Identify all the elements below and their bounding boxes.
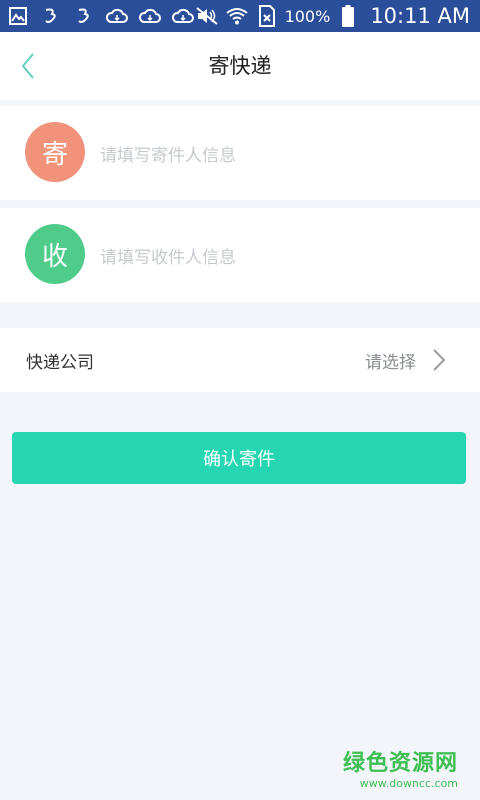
sender-placeholder: 请填写寄件人信息: [100, 146, 236, 166]
wifi-icon: [225, 4, 249, 28]
page-title: 寄快递: [208, 54, 272, 78]
courier-company-selector[interactable]: 快递公司 请选择: [0, 328, 480, 392]
sender-info-card[interactable]: 寄 请填写寄件人信息: [0, 106, 480, 200]
chevron-right-icon: [433, 349, 446, 371]
courier-label: 快递公司: [26, 353, 94, 373]
status-bar: 100% 10:11 AM: [0, 0, 480, 32]
receiver-placeholder: 请填写收件人信息: [100, 248, 236, 268]
watermark-url: www.downcc.com: [359, 777, 458, 790]
mute-icon: [195, 4, 219, 28]
notification-icons: [6, 4, 195, 28]
watermark: 绿色资源网 www.downcc.com: [343, 745, 458, 790]
sim-x-icon: [255, 4, 279, 28]
gallery-icon: [6, 4, 30, 28]
sender-badge: 寄: [25, 122, 85, 182]
brand-app-icon: [72, 4, 96, 28]
nav-bar: 寄快递: [0, 32, 480, 100]
cloud-icon: [105, 4, 129, 28]
watermark-title: 绿色资源网: [342, 751, 458, 776]
system-indicators: 100% 10:11 AM: [195, 0, 470, 32]
confirm-send-button[interactable]: 确认寄件: [12, 432, 466, 484]
clock: 10:11 AM: [370, 4, 470, 28]
battery-icon: [336, 4, 360, 28]
receiver-info-card[interactable]: 收 请填写收件人信息: [0, 208, 480, 302]
receiver-badge: 收: [25, 224, 85, 284]
brand-app-icon: [39, 4, 63, 28]
cloud-icon: [138, 4, 162, 28]
battery-percent: 100%: [284, 6, 331, 26]
cloud-icon: [171, 4, 195, 28]
courier-value: 请选择: [365, 353, 416, 373]
